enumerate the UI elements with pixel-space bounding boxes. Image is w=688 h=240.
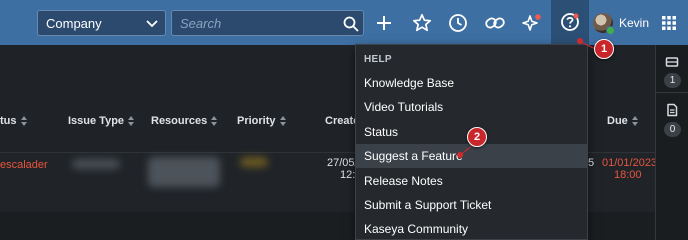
grid-icon[interactable] [658,12,680,34]
redacted-resources [148,157,220,187]
document-icon[interactable] [665,103,679,117]
row-due-date: 01/01/2023 [602,157,658,169]
sort-icon [127,116,135,126]
clock-icon[interactable] [447,12,469,34]
menu-item-video-tutorials[interactable]: Video Tutorials [356,95,587,119]
step-callout-2: 2 [467,127,487,147]
link-icon[interactable] [484,12,506,34]
redacted-issue-type [72,159,120,169]
search-icon[interactable] [342,15,360,33]
menu-item-submit-support-ticket[interactable]: Submit a Support Ticket [356,193,587,217]
column-issue-type[interactable]: Issue Type [68,115,135,127]
top-navigation-bar: Company Kevin [0,0,688,45]
help-menu-header: HELP [364,54,392,65]
user-name: Kevin [619,16,650,30]
menu-item-kaseya-community[interactable]: Kaseya Community [356,217,587,240]
step-callout-1: 1 [594,39,614,59]
column-priority[interactable]: Priority [237,115,287,127]
chevron-down-icon [146,20,158,28]
menu-item-suggest-a-feature[interactable]: Suggest a Feature [356,144,587,168]
search-box[interactable] [171,10,364,36]
row-created-date: 27/05/ [327,157,358,169]
help-icon [561,13,579,31]
row-due-time: 18:00 [614,169,642,181]
column-due[interactable]: Due [607,115,639,127]
sort-icon [631,116,639,126]
ticket-icon[interactable] [665,55,679,69]
menu-item-release-notes[interactable]: Release Notes [356,169,587,193]
row-status: escalader [0,159,48,171]
help-button[interactable] [551,0,589,45]
sort-icon [20,116,28,126]
sort-icon [210,116,218,126]
sidebar-divider [656,92,688,93]
menu-item-knowledge-base[interactable]: Knowledge Base [356,71,587,95]
company-select-value: Company [46,15,102,31]
right-sidebar: 1 0 [655,45,688,240]
row-extra-value: 5 [588,157,595,169]
sort-icon [279,116,287,126]
column-status[interactable]: tus [0,115,28,127]
user-menu[interactable]: Kevin [593,13,650,35]
column-resources[interactable]: Resources [151,115,218,127]
company-select[interactable]: Company [37,10,166,36]
sparkle-icon[interactable] [521,12,543,34]
plus-icon[interactable] [373,12,395,34]
search-input[interactable] [180,15,340,31]
avatar [593,13,615,35]
star-icon[interactable] [411,12,433,34]
notes-count-badge: 0 [664,122,681,137]
tickets-count-badge: 1 [664,73,681,88]
redacted-priority [240,157,268,167]
online-status-icon [606,26,615,35]
